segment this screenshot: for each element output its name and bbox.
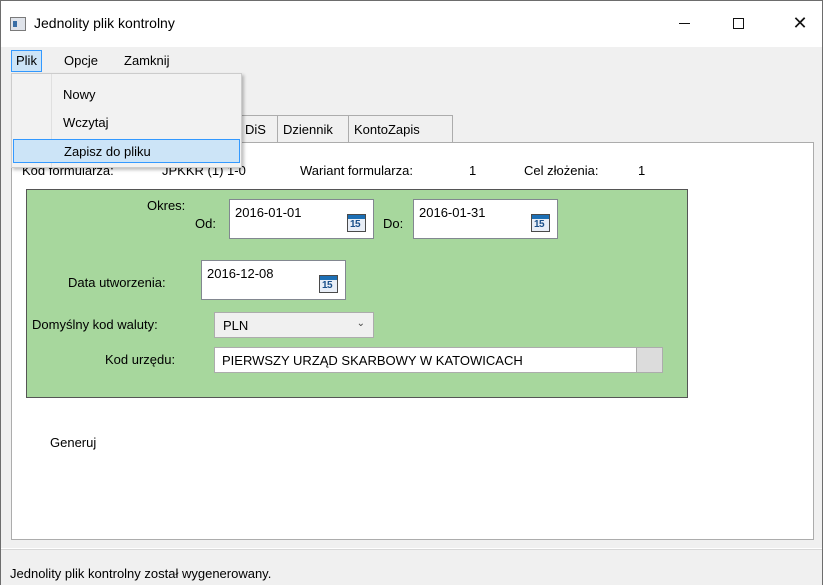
calendar-icon[interactable]: 15 [531,214,550,232]
wariant-formularza-label: Wariant formularza: [300,163,413,178]
app-window: Jednolity plik kontrolny ✕ Plik Opcje Za… [0,0,823,585]
od-date-picker[interactable]: 2016-01-01 15 [229,199,374,239]
menu-item-zapisz-do-pliku[interactable]: Zapisz do pliku [13,139,240,163]
plik-dropdown-menu: Nowy Wczytaj Zapisz do pliku [11,73,242,168]
cel-zlozenia-value: 1 [638,163,646,178]
od-date-value: 2016-01-01 [235,205,302,220]
do-date-value: 2016-01-31 [419,205,486,220]
app-icon [10,17,26,31]
od-label: Od: [195,216,216,231]
generuj-button[interactable]: Generuj [50,435,96,450]
data-utworzenia-date-picker[interactable]: 2016-12-08 15 [201,260,346,300]
do-date-picker[interactable]: 2016-01-31 15 [413,199,558,239]
minimize-icon [678,22,690,24]
maximize-button[interactable] [715,1,761,45]
maximize-icon [732,17,744,29]
urzad-dropdown-button[interactable] [636,348,662,372]
calendar-icon[interactable]: 15 [319,275,338,293]
data-utworzenia-value: 2016-12-08 [207,266,274,281]
calendar-icon[interactable]: 15 [347,214,366,232]
urzad-value: PIERWSZY URZĄD SKARBOWY W KATOWICACH [222,353,523,368]
tab-dis[interactable]: DiS [239,115,278,142]
okres-label: Okres: [147,198,186,213]
menu-bar: Plik Opcje Zamknij [1,47,822,74]
urzad-combo[interactable]: PIERWSZY URZĄD SKARBOWY W KATOWICACH [214,347,663,373]
chevron-down-icon: ⌄ [356,318,365,329]
close-icon: ✕ [792,13,808,33]
tab-kontozapis[interactable]: KontoZapis [348,115,453,142]
urzad-label: Kod urzędu: [105,352,176,367]
close-button[interactable]: ✕ [777,1,823,45]
tab-dziennik[interactable]: Dziennik [277,115,349,142]
wariant-formularza-value: 1 [469,163,477,178]
waluta-select[interactable]: PLN ⌄ [214,312,374,338]
minimize-button[interactable] [661,1,707,45]
status-bar: Jednolity plik kontrolny został wygenero… [1,549,822,585]
menu-item-nowy[interactable]: Nowy [13,83,240,107]
window-title: Jednolity plik kontrolny [34,15,175,31]
waluta-label: Domyślny kod waluty: [32,317,158,332]
tab-panel: Kod formularza: JPKKR (1) 1-0 Wariant fo… [11,142,814,540]
title-bar: Jednolity plik kontrolny ✕ [1,1,822,45]
form-group: Okres: Od: 2016-01-01 15 Do: 2016-01-31 … [26,189,688,398]
cel-zlozenia-label: Cel złożenia: [524,163,599,178]
status-text: Jednolity plik kontrolny został wygenero… [10,566,272,581]
menu-plik[interactable]: Plik [11,50,42,72]
menu-item-wczytaj[interactable]: Wczytaj [13,111,240,135]
menu-zamknij[interactable]: Zamknij [120,51,174,71]
menu-opcje[interactable]: Opcje [60,51,102,71]
do-label: Do: [383,216,404,231]
waluta-value: PLN [223,318,249,333]
data-utworzenia-label: Data utworzenia: [68,275,166,290]
